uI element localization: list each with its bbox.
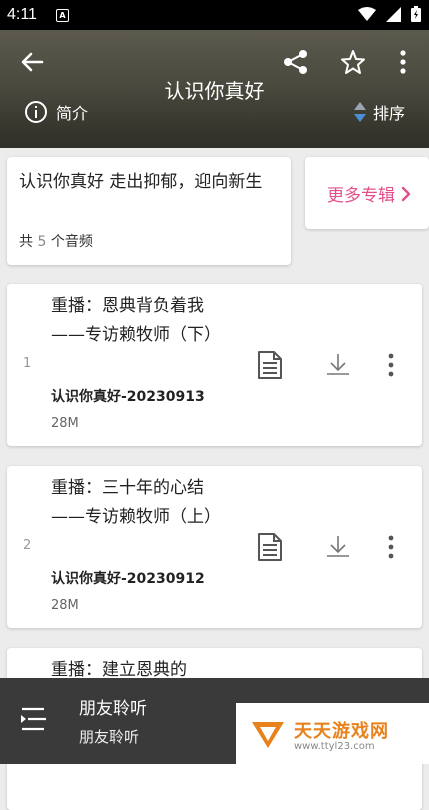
more-albums-card[interactable]: 更多专辑 — [305, 157, 429, 229]
album-info-card: 认识你真好 走出抑郁，迎向新生 共 5 个音频 — [7, 157, 291, 265]
album-count-prefix: 共 — [19, 234, 33, 250]
album-count-suffix: 个音频 — [50, 234, 93, 250]
episode-album: 认识你真好-20230912 — [51, 571, 205, 587]
sort-icon — [354, 102, 366, 122]
wifi-icon — [358, 6, 376, 21]
status-time: 4:11 — [7, 6, 37, 23]
playlist-button[interactable] — [20, 706, 48, 736]
watermark: 天天游戏网 www.ttyl23.com — [236, 703, 429, 764]
episode-item[interactable]: 2 重播：三十年的心结——专访赖牧师（上） 认识你真好-20230912 28M — [7, 466, 422, 628]
more-albums-label: 更多专辑 — [327, 186, 395, 206]
more-vert-icon — [400, 50, 406, 74]
intro-label: 简介 — [56, 104, 89, 123]
playlist-icon — [21, 707, 46, 731]
notification-icon: A — [56, 9, 69, 22]
download-button[interactable] — [325, 534, 351, 564]
watermark-logo-icon — [252, 722, 284, 748]
episode-more-button[interactable] — [383, 352, 399, 382]
more-options-button[interactable] — [393, 48, 413, 76]
download-icon — [327, 536, 349, 557]
episode-album: 认识你真好-20230913 — [51, 389, 205, 405]
episode-more-button[interactable] — [383, 534, 399, 564]
episode-title: 重播：三十年的心结——专访赖牧师（上） — [51, 478, 221, 527]
album-title: 认识你真好 走出抑郁，迎向新生 — [19, 172, 263, 192]
sort-button[interactable]: 排序 — [353, 100, 405, 124]
star-icon — [341, 50, 365, 74]
episode-title: 重播：恩典背负着我——专访赖牧师（下） — [51, 296, 221, 345]
back-arrow-icon — [21, 52, 44, 72]
more-albums-button[interactable]: 更多专辑 — [327, 181, 411, 206]
favorite-button[interactable] — [340, 49, 366, 75]
document-icon — [258, 533, 282, 561]
info-icon — [25, 101, 47, 123]
transcript-button[interactable] — [257, 350, 283, 384]
album-count-number: 5 — [37, 234, 47, 250]
transcript-button[interactable] — [257, 532, 283, 566]
player-subtitle: 朋友聆听 — [79, 728, 140, 746]
episode-index: 2 — [23, 538, 32, 553]
share-icon — [284, 50, 307, 74]
download-button[interactable] — [325, 352, 351, 382]
status-bar: 4:11 A — [0, 0, 429, 30]
signal-icon — [386, 6, 401, 22]
document-icon — [258, 351, 282, 379]
player-title: 朋友聆听 — [79, 699, 147, 719]
chevron-right-icon — [401, 186, 411, 201]
episode-index: 1 — [23, 356, 32, 371]
more-vert-icon — [388, 353, 394, 377]
back-button[interactable] — [18, 48, 46, 76]
status-icons — [358, 6, 421, 22]
more-vert-icon — [388, 535, 394, 559]
episode-size: 28M — [51, 416, 79, 431]
battery-icon — [411, 6, 421, 22]
share-button[interactable] — [282, 48, 310, 76]
watermark-url: www.ttyl23.com — [294, 741, 375, 752]
intro-button[interactable]: 简介 — [24, 100, 88, 124]
episode-item[interactable]: 1 重播：恩典背负着我——专访赖牧师（下） 认识你真好-20230913 28M — [7, 284, 422, 446]
watermark-name: 天天游戏网 — [294, 721, 389, 742]
download-icon — [327, 354, 349, 375]
episode-size: 28M — [51, 598, 79, 613]
album-header: 认识你真好 简介 排序 — [0, 30, 429, 148]
sort-label: 排序 — [373, 104, 406, 123]
album-count: 共 5 个音频 — [19, 231, 93, 251]
